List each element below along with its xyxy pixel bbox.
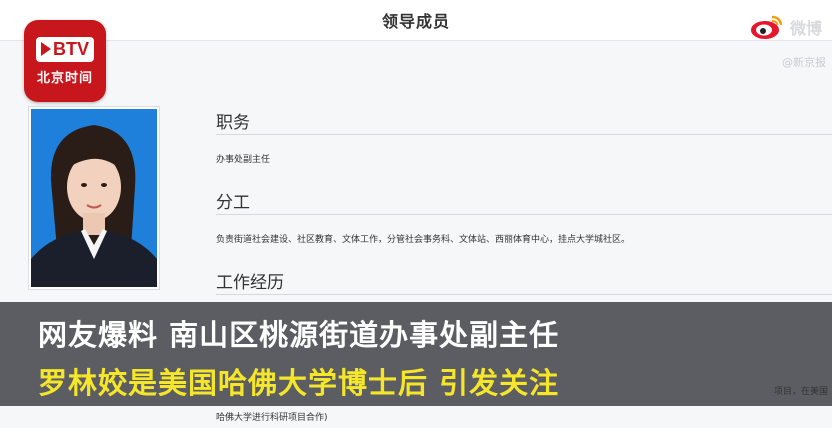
section-divider (216, 134, 832, 135)
section-divider (216, 214, 832, 215)
caption-line-1: 网友爆料 南山区桃源街道办事处副主任 (38, 318, 560, 352)
page: 领导成员 BTV 北京时间 微博 @新京报 职务 办事处副主任 分工 负责街道社… (0, 0, 832, 428)
footer-strip (0, 406, 832, 428)
btv-logo-mark: BTV (36, 36, 94, 62)
section-text-duties: 负责街道社会建设、社区教育、文体工作，分管社会事务科、文体站、西丽体育中心，挂点… (216, 235, 631, 245)
profile-photo-frame (28, 106, 160, 290)
section-text-position: 办事处副主任 (216, 155, 271, 165)
section-title-experience: 工作经历 (216, 273, 284, 293)
weibo-text: 微博 (789, 19, 822, 38)
section-divider (216, 294, 832, 295)
caption-line-2: 罗林姣是美国哈佛大学博士后 引发关注 (38, 366, 560, 400)
background-text-fragment: 项目，在美国 (773, 387, 828, 397)
weibo-account: @新京报 (782, 56, 826, 69)
btv-logo: BTV 北京时间 (24, 20, 106, 102)
experience-text-fragment: 哈佛大学进行科研项目合作) (216, 413, 328, 423)
section-title-position: 职务 (216, 113, 250, 133)
weibo-icon (750, 15, 783, 39)
btv-logo-subtitle: 北京时间 (36, 70, 93, 86)
section-title-duties: 分工 (216, 193, 250, 213)
play-icon (41, 42, 51, 56)
profile-content: 职务 办事处副主任 分工 负责街道社会建设、社区教育、文体工作，分管社会事务科、… (200, 96, 832, 316)
page-header: 领导成员 (0, 0, 832, 41)
btv-logo-text: BTV (53, 38, 89, 59)
portrait-illustration (31, 109, 157, 287)
page-title: 领导成员 (381, 12, 450, 31)
profile-photo (31, 109, 157, 287)
weibo-watermark: 微博 (750, 14, 822, 40)
